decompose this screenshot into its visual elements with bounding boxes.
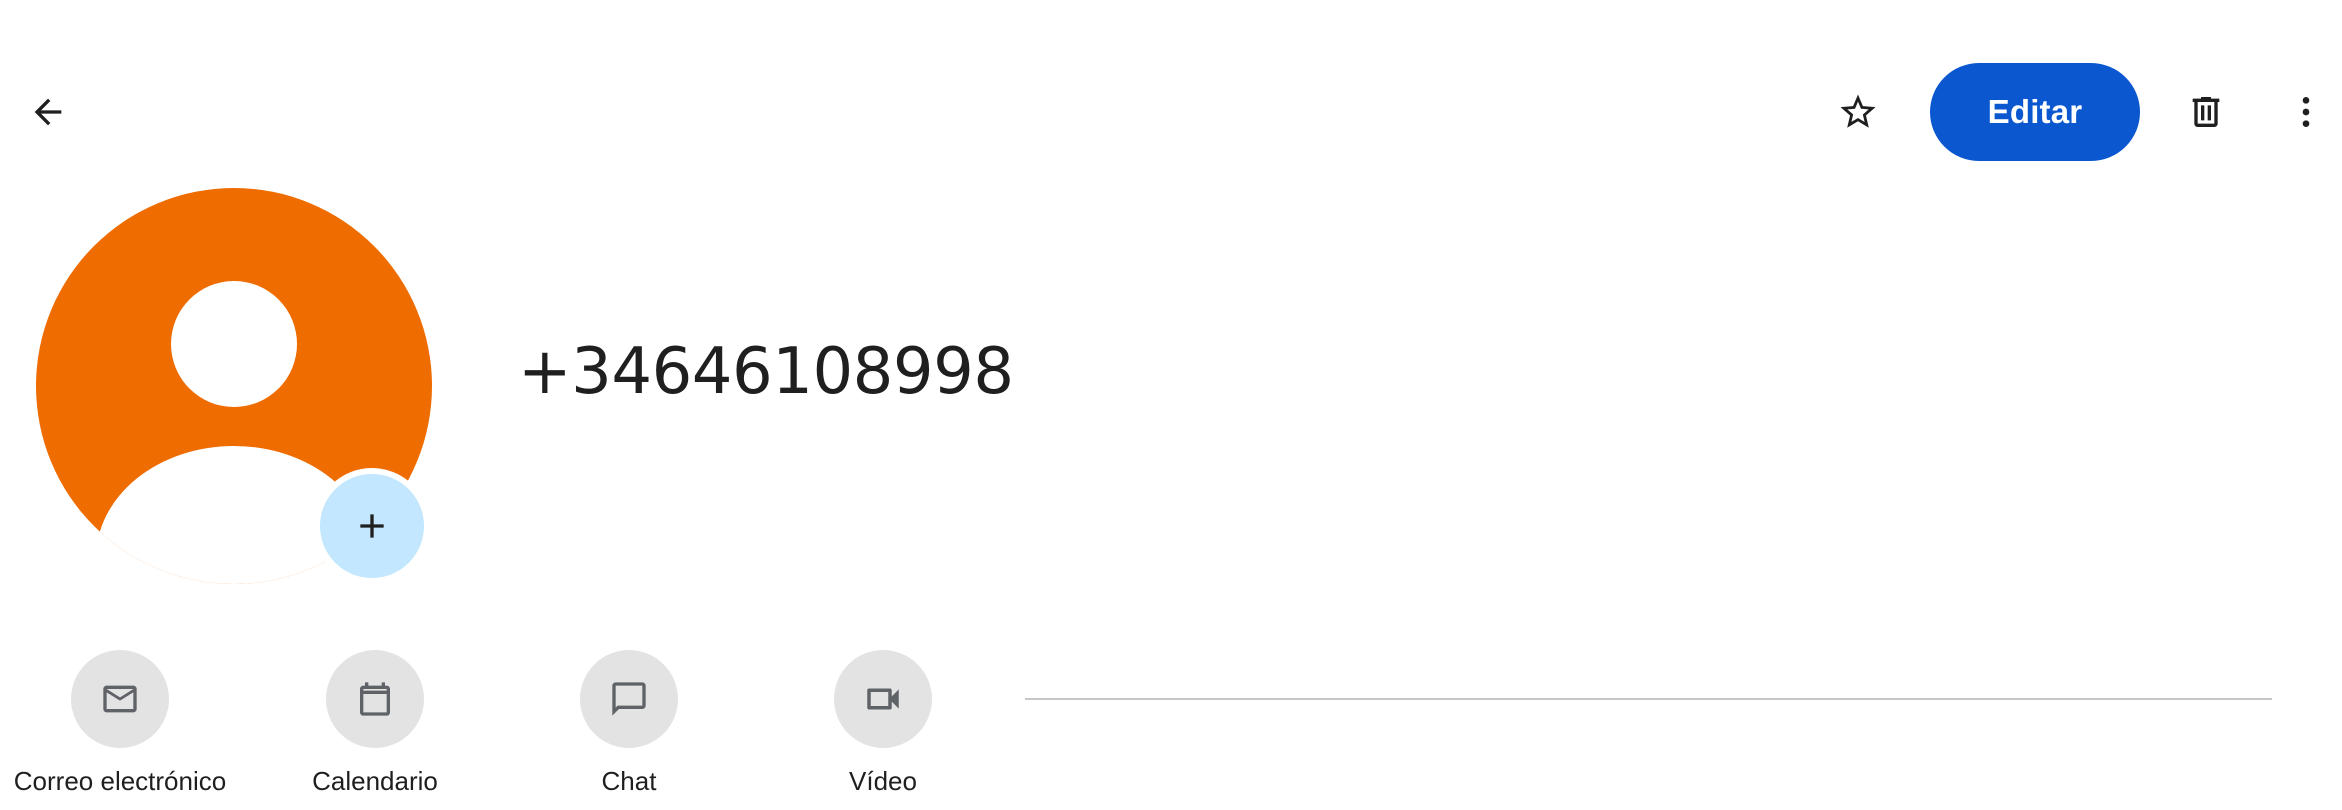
back-button[interactable] bbox=[12, 76, 84, 148]
add-photo-button[interactable] bbox=[314, 468, 430, 584]
calendar-icon bbox=[360, 682, 390, 716]
video-action[interactable]: Vídeo bbox=[753, 650, 1013, 797]
star-button[interactable] bbox=[1822, 76, 1894, 148]
contact-name: +34646108998 bbox=[518, 335, 1014, 409]
calendar-action[interactable]: Calendario bbox=[245, 650, 505, 797]
divider bbox=[1025, 698, 2272, 700]
email-action-button[interactable] bbox=[71, 650, 169, 748]
video-action-button[interactable] bbox=[834, 650, 932, 748]
arrow-back-icon bbox=[34, 98, 62, 126]
calendar-action-button[interactable] bbox=[326, 650, 424, 748]
avatar-person-head bbox=[171, 281, 297, 407]
video-icon bbox=[867, 688, 899, 710]
plus-icon bbox=[360, 514, 384, 538]
star-outline-icon bbox=[1840, 94, 1876, 128]
chat-icon bbox=[612, 682, 646, 716]
more-vert-icon bbox=[2302, 97, 2310, 127]
video-action-label: Vídeo bbox=[849, 766, 917, 796]
edit-button[interactable]: Editar bbox=[1930, 63, 2140, 161]
email-action[interactable]: Correo electrónico bbox=[0, 650, 250, 797]
mail-icon bbox=[103, 685, 137, 713]
trash-icon bbox=[2192, 97, 2220, 127]
chat-action-label: Chat bbox=[601, 766, 657, 796]
contact-detail-page: Editar +34646108998 Correo electrónico C… bbox=[0, 0, 2342, 810]
email-action-label: Correo electrónico bbox=[13, 766, 227, 796]
chat-action[interactable]: Chat bbox=[499, 650, 759, 797]
chat-action-button[interactable] bbox=[580, 650, 678, 748]
delete-button[interactable] bbox=[2170, 76, 2242, 148]
more-options-button[interactable] bbox=[2270, 76, 2342, 148]
calendar-action-label: Calendario bbox=[312, 766, 438, 796]
